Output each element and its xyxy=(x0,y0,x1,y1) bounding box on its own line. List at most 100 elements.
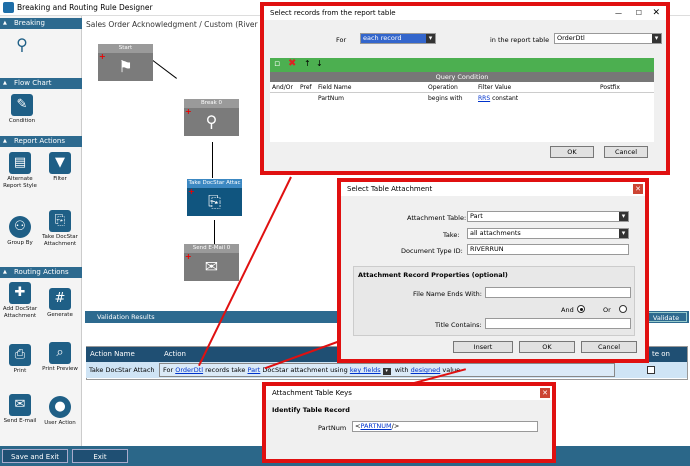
tool-break[interactable]: ⚲ xyxy=(4,34,40,58)
select-records-dialog: Select records from the report table — ☐… xyxy=(260,2,670,175)
ok-button[interactable]: OK xyxy=(519,341,575,353)
dialog-titlebar: Select records from the report table — ☐… xyxy=(264,6,666,20)
break-icon: ⚲ xyxy=(205,112,218,131)
tool-group-by[interactable]: ⚇ Group By xyxy=(2,216,38,247)
document-type-label: Document Type ID: xyxy=(401,247,463,255)
expand-icon[interactable]: + xyxy=(99,52,106,61)
and-radio[interactable] xyxy=(577,305,585,313)
select-table-attachment-dialog: Select Table Attachment ✕ Attachment Tab… xyxy=(337,178,649,363)
section-flow-chart[interactable]: Flow Chart xyxy=(0,78,82,89)
dropdown-arrow-icon[interactable]: ▾ xyxy=(382,368,391,375)
key-fields-link[interactable]: key fields xyxy=(350,366,381,374)
exit-button[interactable]: Exit xyxy=(72,449,128,463)
ok-button[interactable]: OK xyxy=(550,146,594,158)
query-toolbar: ▫ ✖ ↑ ↓ xyxy=(270,58,654,72)
for-select[interactable]: each record xyxy=(360,33,436,44)
query-columns: And/Or Pref Field Name Operation Filter … xyxy=(270,82,654,93)
tool-send-email[interactable]: ✉ Send E-mail xyxy=(2,394,38,425)
take-select[interactable]: all attachments xyxy=(467,228,629,239)
add-attachment-icon: ✚ xyxy=(9,282,31,304)
save-and-exit-button[interactable]: Save and Exit xyxy=(2,449,68,463)
connector xyxy=(152,60,177,79)
cancel-button[interactable]: Cancel xyxy=(604,146,648,158)
operation-cell: begins with xyxy=(428,95,463,102)
delete-icon[interactable]: ✖ xyxy=(288,58,296,69)
or-radio[interactable] xyxy=(619,305,627,313)
tool-add-docstar-attachment[interactable]: ✚ Add DocStar Attachment xyxy=(2,282,38,319)
file-name-input[interactable] xyxy=(485,287,631,298)
report-table-select[interactable]: OrderDtl xyxy=(554,33,662,44)
flow-node-take-docstar[interactable]: Take DocStar Attac ⎘ + xyxy=(187,179,242,216)
action-description: For OrderDtl records take Part DocStar a… xyxy=(159,363,615,377)
group-by-icon: ⚇ xyxy=(9,216,31,238)
tool-label: Print xyxy=(13,368,27,374)
report-style-icon: ▤ xyxy=(9,152,31,174)
designed-link[interactable]: designed xyxy=(411,366,441,374)
part-link[interactable]: Part xyxy=(248,366,261,374)
insert-button[interactable]: Insert xyxy=(453,341,513,353)
partnum-input[interactable]: <PARTNUM/> xyxy=(352,421,538,432)
state-on-error-checkbox[interactable] xyxy=(647,366,655,374)
tool-user-action[interactable]: ● User Action xyxy=(42,396,78,427)
envelope-icon: ✉ xyxy=(9,394,31,416)
col-field-name: Field Name xyxy=(318,84,352,91)
flow-node-start[interactable]: Start ⚑ + xyxy=(98,44,153,81)
tool-generate[interactable]: # Generate xyxy=(42,288,78,319)
expand-icon[interactable]: + xyxy=(185,107,192,116)
flow-node-break[interactable]: Break 0 ⚲ + xyxy=(184,99,239,136)
col-action-name: Action Name xyxy=(90,350,135,358)
flow-node-send-email[interactable]: Send E-Mail 0 ✉ + xyxy=(184,244,239,281)
document-type-input[interactable]: RIVERRUN xyxy=(467,244,629,255)
move-up-icon[interactable]: ↑ xyxy=(304,59,311,68)
tool-label: Filter xyxy=(53,176,67,182)
attachment-icon: ⎘ xyxy=(49,210,71,232)
node-label: Start xyxy=(98,44,153,53)
validate-button[interactable]: Validate xyxy=(645,312,687,322)
maximize-icon[interactable]: ☐ xyxy=(636,6,642,20)
table-row[interactable]: Take DocStar Attach 0 For OrderDtl recor… xyxy=(86,362,687,378)
node-label: Send E-Mail 0 xyxy=(184,244,239,253)
minimize-icon[interactable]: — xyxy=(615,6,622,20)
tool-take-docstar-attachment[interactable]: ⎘ Take DocStar Attachment xyxy=(42,210,78,247)
title-contains-label: Title Contains: xyxy=(435,321,482,329)
section-report-actions[interactable]: Report Actions xyxy=(0,136,82,147)
filter-value-link[interactable]: RRS xyxy=(478,95,490,102)
attachment-table-select[interactable]: Part xyxy=(467,211,629,222)
dialog-title: Select Table Attachment xyxy=(347,185,433,193)
tool-print-preview[interactable]: ⌕ Print Preview xyxy=(42,342,78,373)
close-icon[interactable]: ✕ xyxy=(652,6,660,20)
col-action: Action xyxy=(164,350,186,358)
expand-icon[interactable]: + xyxy=(185,252,192,261)
cancel-button[interactable]: Cancel xyxy=(581,341,637,353)
user-icon: ● xyxy=(49,396,71,418)
section-routing-actions[interactable]: Routing Actions xyxy=(0,267,82,278)
node-label: Take DocStar Attac xyxy=(187,179,242,188)
close-icon[interactable]: ✕ xyxy=(540,388,550,398)
take-label: Take: xyxy=(443,231,460,239)
tool-condition[interactable]: ✎ Condition xyxy=(4,94,40,125)
attachment-table-keys-dialog: Attachment Table Keys ✕ Identify Table R… xyxy=(262,382,556,463)
tool-label: User Action xyxy=(44,420,76,426)
tool-label: Condition xyxy=(8,118,36,124)
new-icon[interactable]: ▫ xyxy=(274,59,280,69)
query-row[interactable]: PartNum begins with RRS constant xyxy=(270,93,654,104)
tool-label: Print Preview xyxy=(42,366,78,372)
tool-label: Send E-mail xyxy=(3,418,37,424)
query-grid-empty xyxy=(270,104,654,142)
section-breaking[interactable]: Breaking xyxy=(0,18,82,29)
tool-filter[interactable]: ▼ Filter xyxy=(42,152,78,183)
tool-alternate-report-style[interactable]: ▤ Alternate Report Style xyxy=(2,152,38,189)
orderdtl-link[interactable]: OrderDtl xyxy=(175,366,203,374)
close-icon[interactable]: ✕ xyxy=(633,184,643,194)
window-title: Breaking and Routing Rule Designer xyxy=(17,3,153,12)
partnum-link[interactable]: PARTNUM xyxy=(360,422,391,430)
generate-icon: # xyxy=(49,288,71,310)
break-icon: ⚲ xyxy=(16,35,28,54)
tool-print[interactable]: ⎙ Print xyxy=(2,344,38,375)
field-name-cell: PartNum xyxy=(318,95,344,102)
filter-icon: ▼ xyxy=(49,152,71,174)
move-down-icon[interactable]: ↓ xyxy=(316,59,323,68)
expand-icon[interactable]: + xyxy=(188,187,195,196)
tool-label: Add DocStar Attachment xyxy=(2,306,38,319)
title-contains-input[interactable] xyxy=(485,318,631,329)
